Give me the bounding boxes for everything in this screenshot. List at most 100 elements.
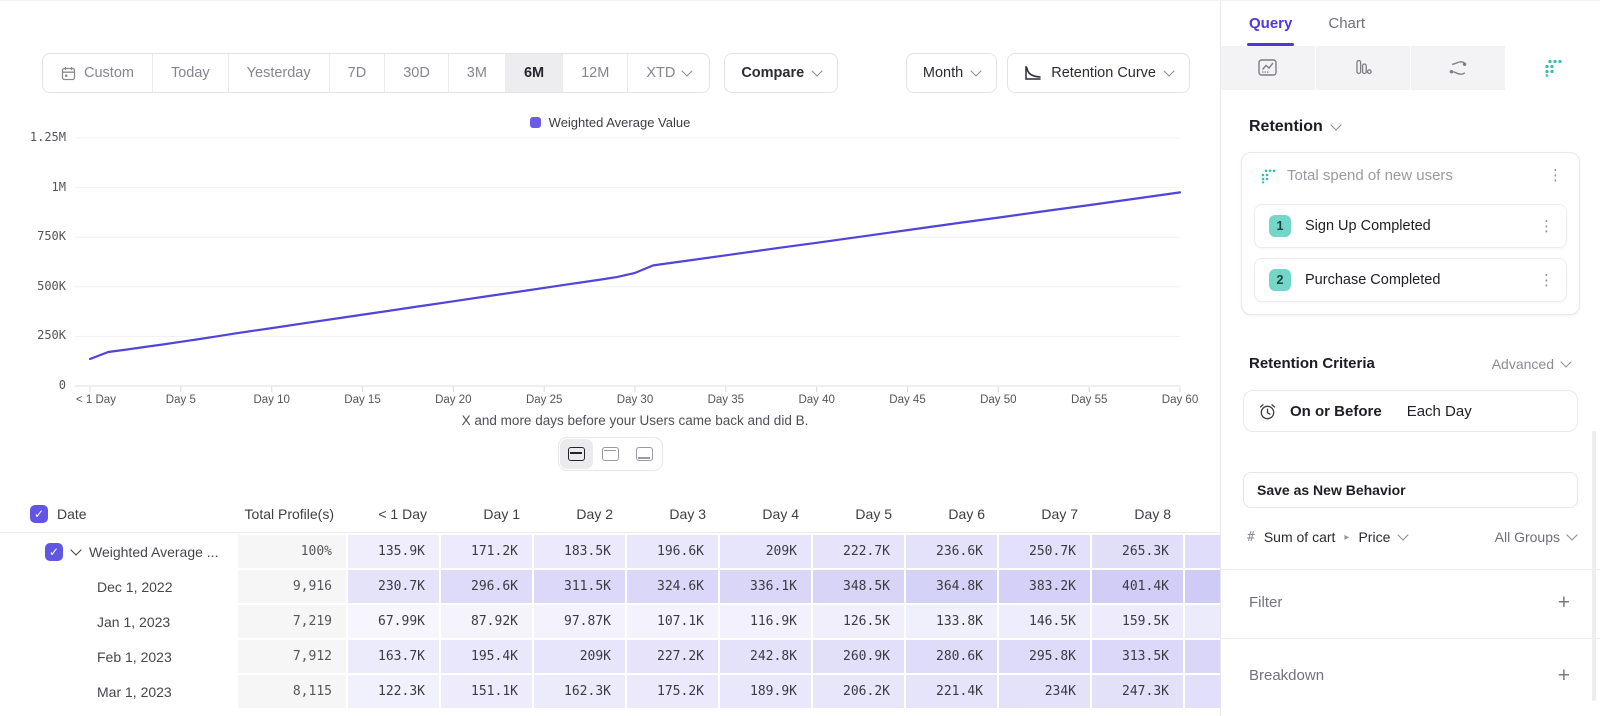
row-checkbox[interactable] bbox=[45, 543, 63, 561]
column-header-day-3[interactable]: Day 3 bbox=[627, 495, 720, 532]
y-axis-tick-label: 0 bbox=[0, 378, 66, 392]
split-view-icon bbox=[568, 447, 585, 461]
report-type-funnels[interactable] bbox=[1316, 46, 1410, 90]
retention-value-cell: 189.9K bbox=[720, 675, 813, 710]
save-as-new-behavior-button[interactable]: Save as New Behavior bbox=[1243, 472, 1578, 508]
retention-value-cell: 171.2K bbox=[441, 535, 534, 570]
criteria-condition: On or Before bbox=[1290, 403, 1382, 420]
chart-type-label: Retention Curve bbox=[1051, 65, 1156, 81]
filter-section: Filter + bbox=[1249, 590, 1570, 614]
compare-label: Compare bbox=[741, 65, 804, 81]
date-range-30d[interactable]: 30D bbox=[384, 54, 448, 92]
retention-value-cell: 364.8K bbox=[906, 570, 999, 605]
expand-chevron-icon[interactable] bbox=[70, 544, 81, 555]
column-header-total-profile-s-[interactable]: Total Profile(s) bbox=[238, 495, 348, 532]
column-header-day-8[interactable]: Day 8 bbox=[1092, 495, 1185, 532]
retention-value-cell: 280.6K bbox=[906, 640, 999, 675]
column-header--1-day[interactable]: < 1 Day bbox=[348, 495, 441, 532]
granularity-dropdown[interactable]: Month bbox=[906, 53, 997, 93]
y-axis-tick-label: 500K bbox=[0, 279, 66, 293]
date-range-label: 6M bbox=[524, 65, 544, 81]
chart-type-dropdown[interactable]: Retention Curve bbox=[1007, 53, 1190, 93]
table-row[interactable]: Jan 1, 20237,21967.99K87.92K97.87K107.1K… bbox=[0, 605, 1220, 640]
retention-value-cell: 67.99K bbox=[348, 605, 441, 640]
retention-value-cell: 116.9K bbox=[720, 605, 813, 640]
table-row[interactable]: Weighted Average ...100%135.9K171.2K183.… bbox=[0, 535, 1220, 570]
kebab-menu-icon[interactable]: ⋮ bbox=[1548, 168, 1563, 183]
add-filter-button[interactable]: + bbox=[1558, 592, 1570, 613]
table-row[interactable]: Mar 1, 20238,115122.3K151.1K162.3K175.2K… bbox=[0, 675, 1220, 710]
retention-value-cell-partial bbox=[1185, 675, 1220, 710]
panel-tabs: Query Chart bbox=[1221, 1, 1600, 46]
date-range-12m[interactable]: 12M bbox=[562, 54, 627, 92]
table-row[interactable]: Dec 1, 20229,916230.7K296.6K311.5K324.6K… bbox=[0, 570, 1220, 605]
column-header-day-7[interactable]: Day 7 bbox=[999, 495, 1092, 532]
toolbar-left-group: Custom TodayYesterday 7D 30D3M 6M 12MXTD Comp… bbox=[42, 53, 838, 93]
chevron-down-icon bbox=[812, 65, 823, 76]
behavior-title-row[interactable]: Total spend of new users ⋮ bbox=[1242, 153, 1579, 194]
step-event-label: Sign Up Completed bbox=[1305, 218, 1431, 234]
retention-section-header[interactable]: Retention bbox=[1249, 118, 1600, 136]
retention-value-cell: 133.8K bbox=[906, 605, 999, 640]
report-type-insights[interactable] bbox=[1221, 46, 1315, 90]
filter-label: Filter bbox=[1249, 594, 1282, 611]
retention-value-cell: 227.2K bbox=[627, 640, 720, 675]
date-range-label: Custom bbox=[84, 65, 134, 81]
date-range-xtd[interactable]: XTD bbox=[627, 54, 709, 92]
step-event-label: Purchase Completed bbox=[1305, 272, 1440, 288]
retention-value-cell: 230.7K bbox=[348, 570, 441, 605]
view-toggle-chart-only[interactable] bbox=[594, 439, 627, 469]
toolbar-right-group: Month Retention Curve bbox=[906, 53, 1190, 93]
tab-chart[interactable]: Chart bbox=[1328, 1, 1365, 46]
report-type-flows[interactable] bbox=[1411, 46, 1505, 90]
retention-value-cell: 324.6K bbox=[627, 570, 720, 605]
retention-criteria-row: Retention Criteria Advanced bbox=[1249, 355, 1570, 372]
save-button-label: Save as New Behavior bbox=[1257, 482, 1406, 498]
column-header-day-1[interactable]: Day 1 bbox=[441, 495, 534, 532]
add-breakdown-button[interactable]: + bbox=[1558, 665, 1570, 686]
retention-value-cell: 97.87K bbox=[534, 605, 627, 640]
table-row[interactable]: Feb 1, 20237,912163.7K195.4K209K227.2K24… bbox=[0, 640, 1220, 675]
select-all-checkbox[interactable] bbox=[30, 505, 48, 523]
date-range-6m[interactable]: 6M bbox=[505, 54, 562, 92]
retention-value-cell: 159.5K bbox=[1092, 605, 1185, 640]
retention-curve-plot bbox=[0, 106, 1220, 436]
retention-curve-icon bbox=[1024, 65, 1042, 81]
column-header-day-4[interactable]: Day 4 bbox=[720, 495, 813, 532]
date-range-yesterday[interactable]: Yesterday bbox=[228, 54, 329, 92]
column-header-day-2[interactable]: Day 2 bbox=[534, 495, 627, 532]
retention-value-cell: 135.9K bbox=[348, 535, 441, 570]
retention-criteria-card[interactable]: On or Before Each Day bbox=[1243, 390, 1578, 432]
groups-dropdown[interactable]: All Groups bbox=[1495, 529, 1576, 545]
criteria-heading: Retention Criteria bbox=[1249, 355, 1375, 372]
retention-value-cell: 162.3K bbox=[534, 675, 627, 710]
advanced-dropdown[interactable]: Advanced bbox=[1492, 356, 1570, 372]
view-toggle-split[interactable] bbox=[560, 439, 593, 469]
retention-value-cell: 222.7K bbox=[813, 535, 906, 570]
date-range-today[interactable]: Today bbox=[152, 54, 228, 92]
behavior-step-1[interactable]: 1 Sign Up Completed ⋮ bbox=[1254, 204, 1567, 248]
date-range-7d[interactable]: 7D bbox=[329, 54, 385, 92]
behavior-step-2[interactable]: 2 Purchase Completed ⋮ bbox=[1254, 258, 1567, 302]
date-range-custom[interactable]: Custom bbox=[43, 54, 152, 92]
column-header-day-6[interactable]: Day 6 bbox=[906, 495, 999, 532]
date-range-3m[interactable]: 3M bbox=[448, 54, 505, 92]
tab-query[interactable]: Query bbox=[1249, 1, 1292, 46]
view-toggle-table-only[interactable] bbox=[628, 439, 661, 469]
calendar-icon bbox=[61, 66, 76, 81]
date-range-label: 7D bbox=[348, 65, 367, 81]
compare-button[interactable]: Compare bbox=[724, 53, 838, 93]
retention-value-cell: 209K bbox=[720, 535, 813, 570]
kebab-menu-icon[interactable]: ⋮ bbox=[1539, 219, 1554, 234]
metric-selector[interactable]: # Sum of cart ▸ Price bbox=[1247, 529, 1407, 545]
retention-value-cell-partial bbox=[1185, 535, 1220, 570]
column-header-day-5[interactable]: Day 5 bbox=[813, 495, 906, 532]
row-label: Jan 1, 2023 bbox=[97, 614, 170, 630]
report-type-retention[interactable] bbox=[1506, 46, 1600, 90]
x-axis-tick-label: Day 20 bbox=[413, 394, 493, 406]
kebab-menu-icon[interactable]: ⋮ bbox=[1539, 273, 1554, 288]
retention-value-cell: 348.5K bbox=[813, 570, 906, 605]
x-axis-tick-label: < 1 Day bbox=[76, 394, 136, 406]
retention-value-cell: 209K bbox=[534, 640, 627, 675]
retention-value-cell-partial bbox=[1185, 570, 1220, 605]
